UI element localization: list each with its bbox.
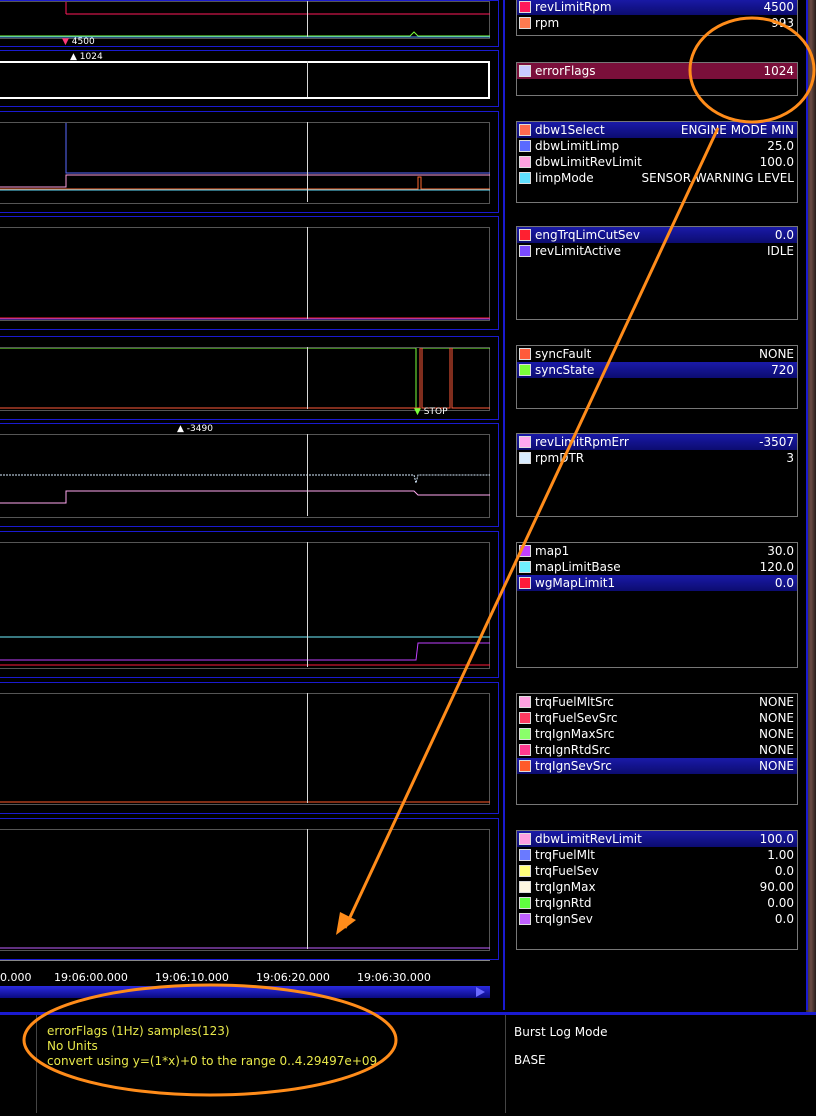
annotation-circle-status [22, 983, 398, 1097]
annotation-arrow-line [343, 127, 720, 929]
annotation-circle-errorflags [688, 16, 816, 124]
annotation-arrow-head-icon [336, 912, 356, 935]
annotation-overlay [22, 16, 816, 1097]
